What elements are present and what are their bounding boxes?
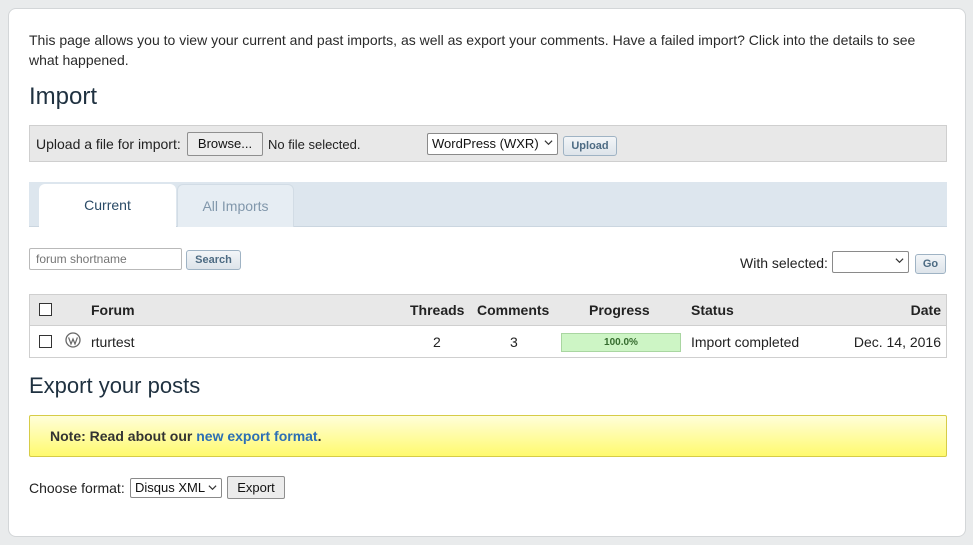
intro-text: This page allows you to view your curren… (29, 32, 916, 68)
tab-current[interactable]: Current (39, 184, 176, 228)
bulk-action-select[interactable] (832, 251, 909, 273)
forum-link[interactable]: rturtest (91, 334, 135, 350)
tab-bar: Current All Imports (29, 182, 947, 228)
page-container: This page allows you to view your curren… (8, 8, 966, 537)
import-format-select[interactable]: WordPress (WXR) (427, 133, 558, 155)
date-value: Dec. 14, 2016 (853, 334, 941, 350)
export-format-link[interactable]: new export format (196, 428, 317, 444)
table-header: Forum Threads Comments Progress Status D… (30, 295, 946, 326)
chevron-down-icon (544, 140, 553, 146)
search-button[interactable]: Search (186, 250, 241, 270)
header-status: Status (691, 302, 734, 318)
go-button[interactable]: Go (915, 254, 946, 274)
browse-button[interactable]: Browse... (187, 132, 263, 156)
progress-bar: 100.0% (561, 333, 681, 352)
upload-bar: Upload a file for import: Browse... No f… (29, 125, 947, 162)
chevron-down-icon (208, 485, 217, 491)
header-date: Date (910, 302, 941, 318)
header-progress: Progress (589, 302, 650, 318)
with-selected-label: With selected: (740, 255, 828, 271)
upload-label: Upload a file for import: (36, 136, 181, 152)
comments-value: 3 (510, 334, 518, 350)
choose-format-label: Choose format: (29, 480, 125, 496)
search-input[interactable] (29, 248, 182, 270)
import-format-value: WordPress (WXR) (432, 136, 539, 151)
table-row: rturtest 2 3 100.0% Import completed Dec… (30, 327, 946, 358)
row-checkbox[interactable] (39, 335, 52, 348)
note-suffix: . (317, 428, 322, 444)
upload-button[interactable]: Upload (563, 136, 617, 156)
header-forum: Forum (91, 302, 135, 318)
no-file-text: No file selected. (268, 137, 361, 152)
header-comments: Comments (477, 302, 550, 318)
export-format-value: Disqus XML (135, 480, 206, 495)
import-title: Import (29, 83, 98, 110)
threads-value: 2 (433, 334, 441, 350)
status-value: Import completed (691, 334, 800, 350)
header-threads: Threads (410, 302, 465, 318)
tab-all-imports[interactable]: All Imports (177, 184, 294, 227)
wordpress-icon (65, 332, 81, 348)
select-all-checkbox[interactable] (39, 303, 52, 316)
imports-table: Forum Threads Comments Progress Status D… (29, 294, 947, 358)
export-title: Export your posts (29, 373, 201, 398)
export-note: Note: Read about our new export format. (29, 415, 947, 457)
export-format-select[interactable]: Disqus XML (130, 478, 222, 498)
note-prefix: Note: Read about our (50, 428, 197, 444)
chevron-down-icon (895, 258, 904, 264)
export-button[interactable]: Export (227, 476, 285, 499)
